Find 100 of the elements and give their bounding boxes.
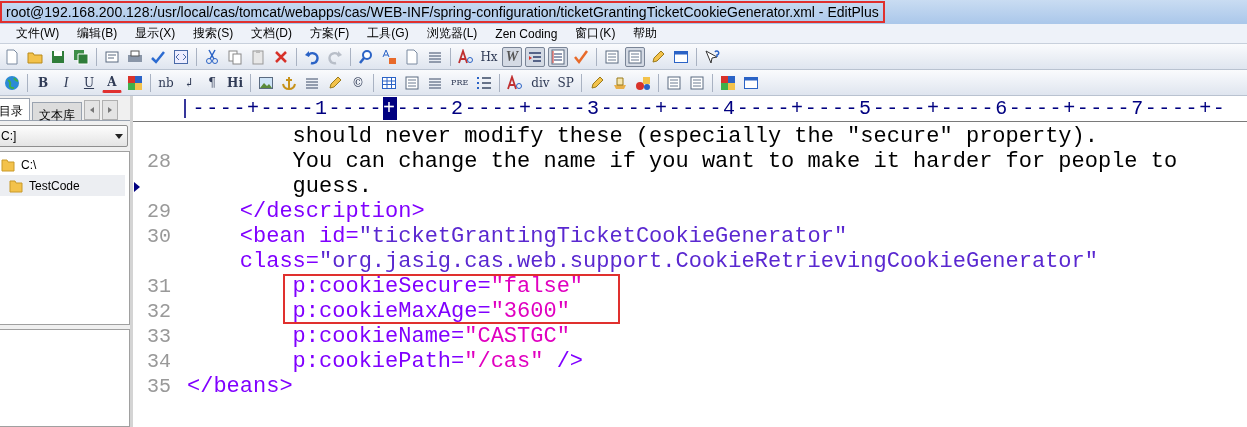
toolbar-button[interactable] <box>548 46 568 67</box>
folder-name: C:\ <box>21 157 37 172</box>
pencil-icon <box>588 74 605 91</box>
search-icon <box>358 48 374 65</box>
code-line: p:cookieMaxAge="3600" <box>291 299 570 324</box>
code-line: guess. <box>291 174 372 199</box>
toolbar-button[interactable]: W <box>502 46 522 67</box>
menu-item[interactable]: 方案(F) <box>310 25 350 42</box>
line-number: 29 <box>147 200 171 223</box>
pencil-icon <box>327 74 343 91</box>
toolbar-button[interactable]: nb <box>156 72 176 93</box>
brush-icon <box>611 74 628 91</box>
menu-item[interactable]: 文档(D) <box>251 25 292 42</box>
toolbar-button[interactable]: ¶ <box>202 72 222 93</box>
help-icon <box>704 48 720 65</box>
caret-icon <box>115 133 123 139</box>
clipboard-icon <box>250 48 266 65</box>
menu-item[interactable]: 帮助 <box>633 25 658 42</box>
copy-icon <box>227 48 243 65</box>
code-line: should never modify these (especially the "secure" property). <box>291 124 1098 149</box>
anchor-icon <box>281 74 297 91</box>
toolbar-button[interactable]: div <box>528 72 553 93</box>
menu-item[interactable]: Zen Coding <box>495 26 558 41</box>
line-number: 35 <box>147 375 171 398</box>
left-arrow-icon <box>90 107 94 113</box>
folder-icon <box>1 157 15 172</box>
printer-icon <box>127 48 143 65</box>
panel-icon <box>627 48 643 65</box>
window-icon <box>742 74 759 91</box>
toolbar-button[interactable] <box>625 46 645 67</box>
toolbar-button[interactable] <box>525 46 545 67</box>
redo-icon <box>327 48 343 65</box>
column-icon <box>550 48 566 65</box>
document-icon <box>4 48 20 65</box>
menu-item[interactable]: 工具(G) <box>367 25 409 42</box>
scroll-right-button[interactable] <box>102 100 118 120</box>
line-number: 33 <box>147 325 171 348</box>
toolbar-button[interactable]: U <box>79 72 99 93</box>
pencil-icon <box>650 48 666 65</box>
code-line: </description> <box>238 199 425 224</box>
panel-icon <box>688 74 705 91</box>
color-grid-icon <box>719 74 736 91</box>
checkmark-icon <box>573 48 589 65</box>
toolbar-button[interactable]: B <box>33 72 53 93</box>
code-line: <bean id="ticketGrantingTicketCookieGenerator" <box>238 224 848 249</box>
image-icon <box>258 74 274 91</box>
window-icon <box>673 48 689 65</box>
toolbar-button[interactable]: © <box>348 72 368 93</box>
folder-name: TestCode <box>29 178 80 193</box>
color-grid-icon <box>127 74 143 91</box>
toolbar-button[interactable]: ↲ <box>179 72 199 93</box>
delete-icon <box>273 48 289 65</box>
toolbar-button[interactable]: I <box>56 72 76 93</box>
line-number: 31 <box>147 275 171 298</box>
code-line: class="org.jasig.cas.web.support.CookieRetrievingCookieGenerator" <box>238 249 1098 274</box>
font-icon <box>458 48 474 65</box>
menu-item[interactable]: 显示(X) <box>135 25 176 42</box>
scroll-left-button[interactable] <box>84 100 100 120</box>
menu-item[interactable]: 搜索(S) <box>193 25 234 42</box>
panel-icon <box>404 74 420 91</box>
replace-icon <box>381 48 397 65</box>
code-line: </beans> <box>187 374 293 399</box>
list-icon <box>476 74 493 91</box>
tree-item[interactable]: C:\ <box>0 154 125 175</box>
shapes-icon <box>634 74 651 91</box>
toolbar-button[interactable]: A <box>102 72 122 93</box>
tree-item[interactable]: TestCode <box>0 175 125 196</box>
line-number: 34 <box>147 350 171 373</box>
panel-icon <box>604 48 620 65</box>
code-icon <box>173 48 189 65</box>
menu-item[interactable]: 窗口(K) <box>575 25 616 42</box>
window-title: root@192.168.200.128:/usr/local/cas/tomcat/webapps/cas/WEB-INF/spring-configuration/ticketGrantingTicketCookieGenerator.xml - EditPlus <box>0 1 885 23</box>
toolbar-button[interactable]: SP <box>555 72 576 93</box>
line-number: 30 <box>147 225 171 248</box>
menu-item[interactable]: 浏览器(L) <box>426 25 478 42</box>
table-icon <box>381 74 397 91</box>
toolbar-button[interactable]: PRE <box>448 72 472 93</box>
code-line: You can change the name if you want to make it harder for people to <box>291 149 1178 174</box>
code-line: p:cookieSecure="false" <box>291 274 584 299</box>
sidebar-tab[interactable]: 目录 <box>0 98 30 120</box>
toolbar-button[interactable]: Hi <box>225 72 245 93</box>
globe-icon <box>4 74 20 91</box>
scissors-icon <box>204 48 220 65</box>
floppy-disks-icon <box>73 48 89 65</box>
menu-item[interactable]: 编辑(B) <box>77 25 118 42</box>
print-preview-icon <box>104 48 120 65</box>
code-line: p:cookieName="CASTGC" <box>291 324 570 349</box>
code-line: p:cookiePath="/cas" /> <box>291 349 584 374</box>
menu-item[interactable]: 文件(W) <box>16 25 60 42</box>
drive-dropdown[interactable]: C:] <box>0 125 128 147</box>
sidebar-tab[interactable]: 文本库 <box>32 102 82 120</box>
line-number: 32 <box>147 300 171 323</box>
right-arrow-icon <box>108 107 112 113</box>
document-icon <box>404 48 420 65</box>
toolbar-button[interactable]: Hx <box>479 46 499 67</box>
panel-icon <box>665 74 682 91</box>
font-icon <box>507 74 524 91</box>
column-ruler: |----+----1----+----2----+----3----+----4----+----5----+----6----+----7----+- <box>179 97 1227 120</box>
folder-icon <box>9 178 23 193</box>
line-number: 28 <box>147 150 171 173</box>
